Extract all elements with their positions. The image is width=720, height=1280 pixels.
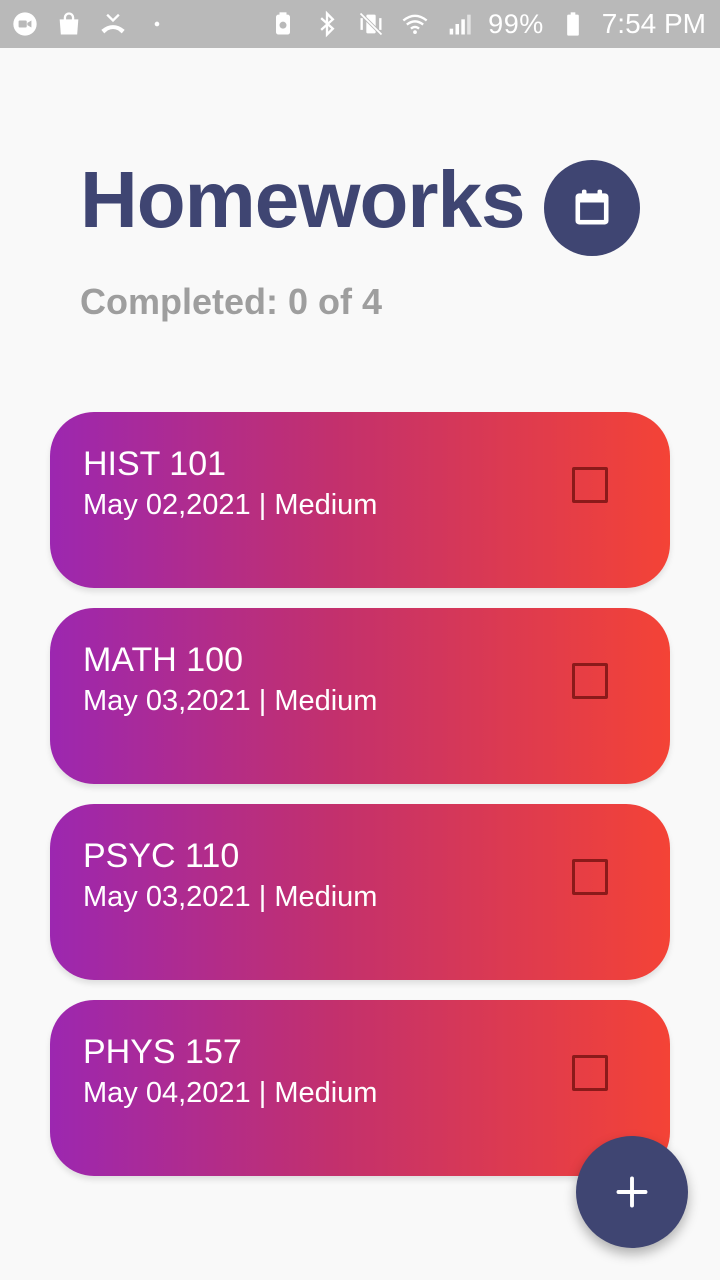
status-bar: 99% 7:54 PM bbox=[0, 0, 720, 48]
battery-saver-icon bbox=[268, 9, 298, 39]
dot-icon bbox=[142, 9, 172, 39]
video-call-icon bbox=[10, 9, 40, 39]
battery-icon bbox=[558, 9, 588, 39]
plus-icon bbox=[616, 1176, 648, 1208]
battery-percent: 99% bbox=[488, 8, 544, 39]
status-bar-left bbox=[10, 9, 172, 39]
homework-course: MATH 100 bbox=[83, 641, 243, 679]
homework-card[interactable]: PSYC 110 May 03,2021 | Medium bbox=[50, 804, 670, 980]
homework-meta: May 04,2021 | Medium bbox=[83, 1077, 378, 1109]
shopping-bag-icon bbox=[54, 9, 84, 39]
homework-checkbox[interactable] bbox=[572, 467, 608, 503]
wifi-icon bbox=[400, 9, 430, 39]
homework-card[interactable]: HIST 101 May 02,2021 | Medium bbox=[50, 412, 670, 588]
homework-meta: May 03,2021 | Medium bbox=[83, 881, 378, 913]
calendar-icon bbox=[575, 189, 609, 225]
status-bar-right: 99% 7:54 PM bbox=[268, 8, 706, 40]
completed-counter: Completed: 0 of 4 bbox=[80, 281, 383, 322]
signal-icon bbox=[444, 9, 474, 39]
calendar-button[interactable] bbox=[544, 160, 640, 256]
homework-course: HIST 101 bbox=[83, 445, 227, 483]
page-title: Homeworks bbox=[80, 155, 525, 244]
homework-course: PSYC 110 bbox=[83, 837, 240, 875]
missed-call-icon bbox=[98, 9, 128, 39]
bluetooth-icon bbox=[312, 9, 342, 39]
homework-card[interactable]: MATH 100 May 03,2021 | Medium bbox=[50, 608, 670, 784]
homework-checkbox[interactable] bbox=[572, 663, 608, 699]
vibrate-mute-icon bbox=[356, 9, 386, 39]
homework-checkbox[interactable] bbox=[572, 1055, 608, 1091]
add-homework-button[interactable] bbox=[576, 1136, 688, 1248]
clock: 7:54 PM bbox=[601, 8, 706, 39]
homework-checkbox[interactable] bbox=[572, 859, 608, 895]
homework-course: PHYS 157 bbox=[83, 1033, 242, 1071]
homework-card[interactable]: PHYS 157 May 04,2021 | Medium bbox=[50, 1000, 670, 1176]
homework-meta: May 02,2021 | Medium bbox=[83, 489, 378, 521]
homework-meta: May 03,2021 | Medium bbox=[83, 685, 378, 717]
